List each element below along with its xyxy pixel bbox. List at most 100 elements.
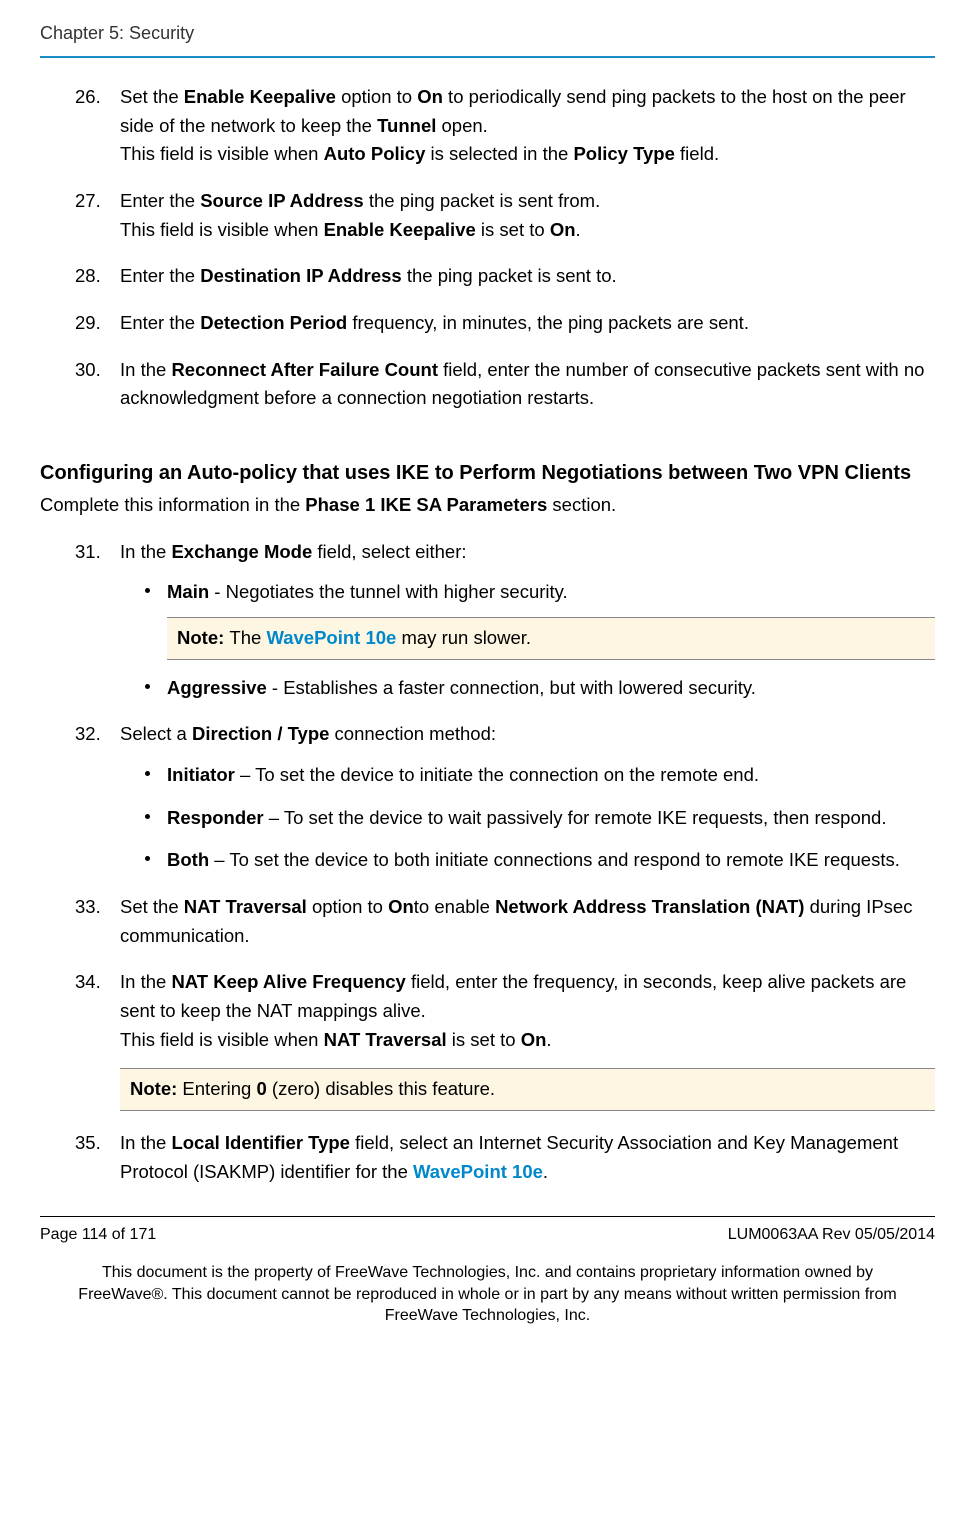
step-30: In the Reconnect After Failure Count fie… [75,356,935,413]
strong: Direction / Type [192,723,329,744]
text: Select a [120,723,192,744]
text: In the [120,971,171,992]
page-number: Page 114 of 171 [40,1223,156,1248]
text: Entering [182,1078,256,1099]
step-35: In the Local Identifier Type field, sele… [75,1129,935,1186]
strong: Phase 1 IKE SA Parameters [305,494,547,515]
text: The [229,627,266,648]
strong: Tunnel [377,115,436,136]
strong: Network Address Translation (NAT) [495,896,804,917]
strong: On [521,1029,547,1050]
note-box: Note: Entering 0 (zero) disables this fe… [120,1068,935,1111]
strong: NAT Keep Alive Frequency [171,971,405,992]
strong: Main [167,581,209,602]
steps-list-1: Set the Enable Keepalive option to On to… [75,83,935,413]
text: In the [120,541,171,562]
strong: On [550,219,576,240]
strong: Initiator [167,764,235,785]
step-26: Set the Enable Keepalive option to On to… [75,83,935,169]
text: In the [120,1132,171,1153]
sub-list: Main - Negotiates the tunnel with higher… [145,578,935,702]
text: the ping packet is sent from. [364,190,601,211]
sub-item-initiator: Initiator – To set the device to initiat… [145,761,935,790]
text: – To set the device to both initiate con… [209,849,900,870]
doc-revision: LUM0063AA Rev 05/05/2014 [728,1223,935,1248]
strong: Policy Type [573,143,674,164]
text: may run slower. [396,627,531,648]
steps-list-2: In the Exchange Mode field, select eithe… [75,538,935,1187]
page-header: Chapter 5: Security [40,20,935,48]
text: - Negotiates the tunnel with higher secu… [209,581,568,602]
text: Enter the [120,312,200,333]
step-27: Enter the Source IP Address the ping pac… [75,187,935,244]
text: Set the [120,86,184,107]
text: option to [336,86,417,107]
footer-rule [40,1216,935,1217]
strong: NAT Traversal [184,896,312,917]
strong: Enable Keepalive [184,86,336,107]
header-rule [40,56,935,58]
strong: Source IP Address [200,190,363,211]
footer-legal: This document is the property of FreeWav… [40,1262,935,1327]
note-box: Note: The WavePoint 10e may run slower. [167,617,935,660]
note-label: Note: [177,627,229,648]
step-34: In the NAT Keep Alive Frequency field, e… [75,968,935,1111]
text: field, select either: [312,541,466,562]
strong: Detection Period [200,312,347,333]
note-label: Note: [130,1078,182,1099]
strong: Both [167,849,209,870]
strong: Enable Keepalive [324,219,476,240]
text: – To set the device to initiate the conn… [235,764,759,785]
text: Enter the [120,190,200,211]
text: This field is visible when [120,1029,324,1050]
strong: Exchange Mode [171,541,312,562]
strong: Responder [167,807,264,828]
strong: Reconnect After Failure Count [171,359,443,380]
strong: Local Identifier Type [171,1132,350,1153]
step-29: Enter the Detection Period frequency, in… [75,309,935,338]
text: field. [675,143,719,164]
strong: Destination IP Address [200,265,402,286]
brand-link: WavePoint 10e [413,1161,543,1182]
footer-row: Page 114 of 171 LUM0063AA Rev 05/05/2014 [40,1223,935,1248]
text: option to [312,896,388,917]
strong: On [388,896,414,917]
text: – To set the device to wait passively fo… [264,807,887,828]
text: . [543,1161,548,1182]
strong: Aggressive [167,677,267,698]
sub-list: Initiator – To set the device to initiat… [145,761,935,875]
sub-item-both: Both – To set the device to both initiat… [145,846,935,875]
text: This field is visible when [120,143,324,164]
text: In the [120,359,171,380]
text: - Establishes a faster connection, but w… [267,677,756,698]
sub-item-main: Main - Negotiates the tunnel with higher… [145,578,935,659]
strong: 0 [256,1078,266,1099]
text: Complete this information in the [40,494,305,515]
text: Enter the [120,265,200,286]
text: This field is visible when [120,219,324,240]
strong: NAT Traversal [324,1029,447,1050]
section-heading: Configuring an Auto-policy that uses IKE… [40,458,935,489]
text: Set the [120,896,184,917]
step-32: Select a Direction / Type connection met… [75,720,935,875]
text: . [546,1029,551,1050]
step-33: Set the NAT Traversal option to Onto ena… [75,893,935,950]
strong: On [417,86,443,107]
brand-link: WavePoint 10e [266,627,396,648]
text: to enable [414,896,495,917]
text: open. [436,115,487,136]
text: is set to [476,219,550,240]
section-intro: Complete this information in the Phase 1… [40,491,935,520]
strong: Auto Policy [324,143,426,164]
text: is set to [447,1029,521,1050]
step-31: In the Exchange Mode field, select eithe… [75,538,935,703]
sub-item-aggressive: Aggressive - Establishes a faster connec… [145,674,935,703]
sub-item-responder: Responder – To set the device to wait pa… [145,804,935,833]
text: frequency, in minutes, the ping packets … [347,312,749,333]
step-28: Enter the Destination IP Address the pin… [75,262,935,291]
text: section. [547,494,616,515]
text: the ping packet is sent to. [402,265,617,286]
text: is selected in the [425,143,573,164]
text: connection method: [329,723,496,744]
text: . [576,219,581,240]
